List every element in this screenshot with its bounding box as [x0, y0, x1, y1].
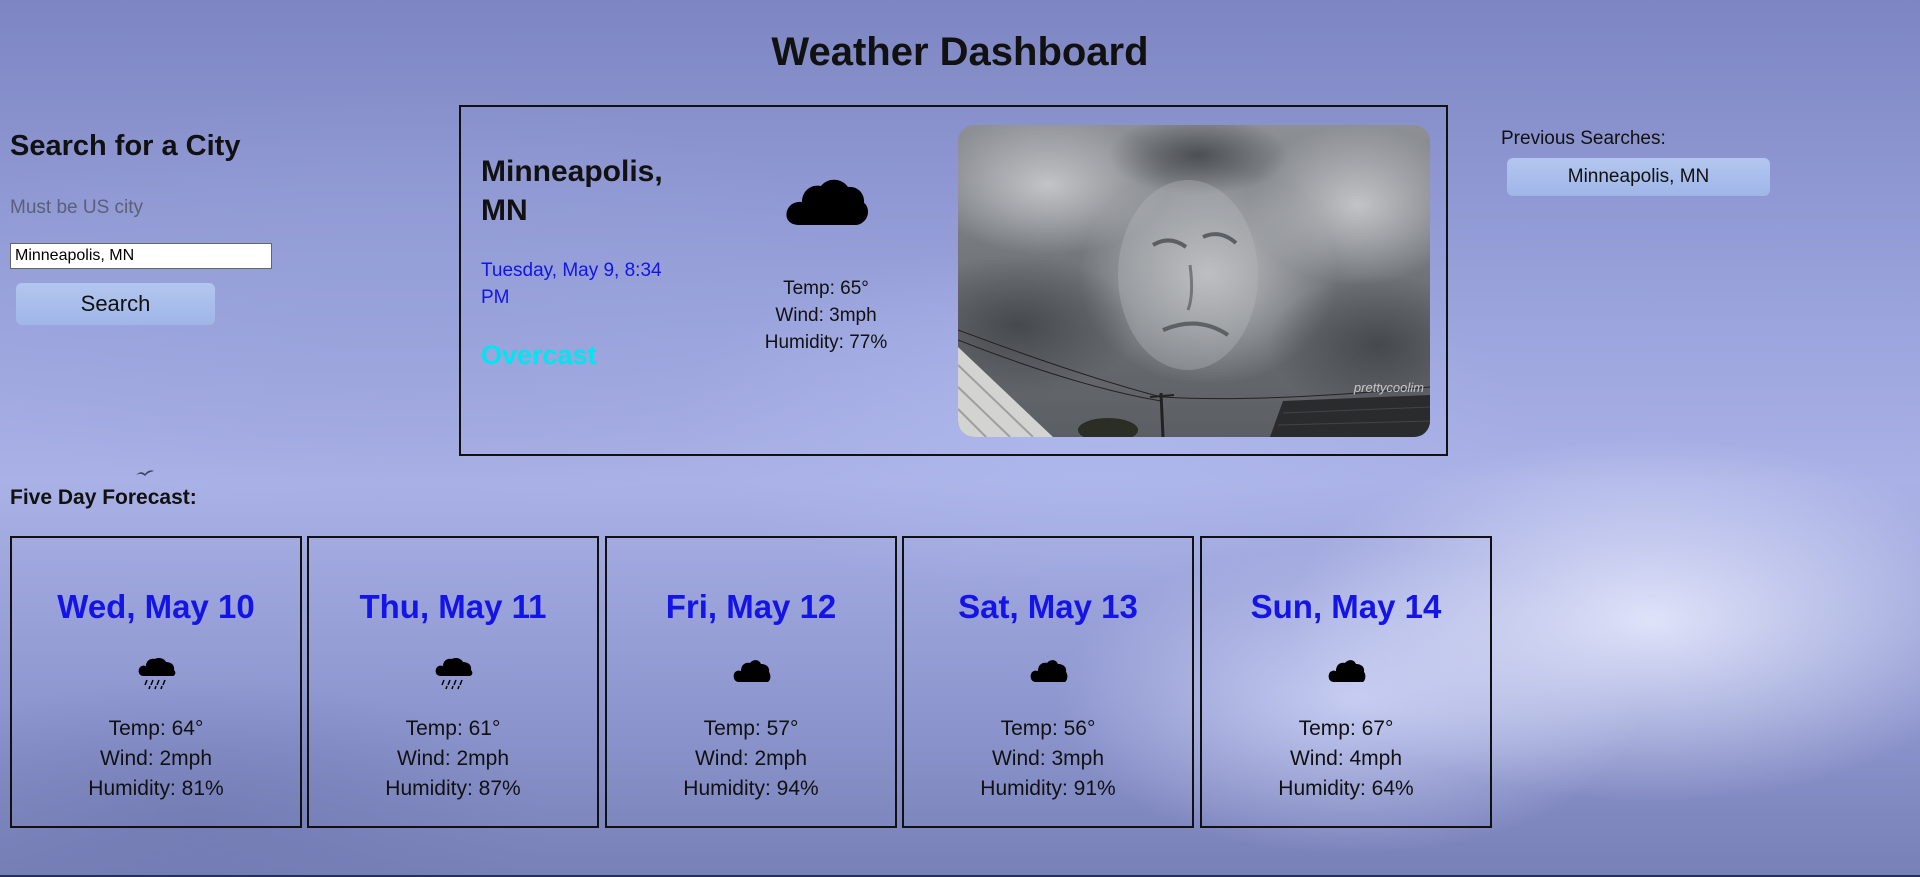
forecast-date: Thu, May 11 [359, 588, 547, 625]
city-search-input[interactable] [10, 243, 272, 269]
cloud-icon [733, 660, 771, 682]
rain-cloud-icon [138, 658, 176, 690]
forecast-stats: Temp: 56° Wind: 3mph Humidity: 91% [904, 714, 1192, 804]
current-stats: Temp: 65° Wind: 3mph Humidity: 77% [751, 275, 901, 356]
forecast-heading: Five Day Forecast: [10, 486, 197, 509]
forecast-card: Wed, May 10 Temp: 64° Wind: 2mph Humidit… [10, 536, 302, 828]
previous-searches-label: Previous Searches: [1501, 128, 1666, 149]
forecast-wind: Wind: 2mph [99, 747, 213, 770]
forecast-date: Wed, May 10 [57, 588, 255, 625]
forecast-date: Sat, May 13 [958, 588, 1138, 625]
cloud-icon [1328, 660, 1366, 682]
bird-silhouette [136, 470, 154, 476]
search-button[interactable]: Search [16, 283, 215, 325]
forecast-temp: Temp: 57° [703, 717, 799, 740]
current-weather-card: Minneapolis, MN Tuesday, May 9, 8:34 PM … [459, 105, 1448, 456]
forecast-stats: Temp: 67° Wind: 4mph Humidity: 64% [1202, 714, 1490, 804]
forecast-humidity: Humidity: 94% [683, 777, 819, 800]
forecast-card: Sat, May 13 Temp: 56° Wind: 3mph Humidit… [902, 536, 1194, 828]
forecast-wind: Wind: 4mph [1289, 747, 1403, 770]
forecast-stats: Temp: 64° Wind: 2mph Humidity: 81% [12, 714, 300, 804]
forecast-card: Thu, May 11 Temp: 61° Wind: 2mph Humidit… [307, 536, 599, 828]
cloud-icon [1030, 660, 1068, 682]
forecast-card: Fri, May 12 Temp: 57° Wind: 2mph Humidit… [605, 536, 897, 828]
search-heading: Search for a City [10, 130, 241, 162]
forecast-temp: Temp: 64° [108, 717, 204, 740]
previous-search-button[interactable]: Minneapolis, MN [1507, 158, 1770, 196]
forecast-wind: Wind: 3mph [991, 747, 1105, 770]
forecast-temp: Temp: 61° [405, 717, 501, 740]
weather-photo: prettycoolim [958, 125, 1430, 437]
forecast-date: Sun, May 14 [1250, 588, 1442, 625]
current-wind: Wind: 3mph [775, 305, 877, 326]
forecast-stats: Temp: 61° Wind: 2mph Humidity: 87% [309, 714, 597, 804]
forecast-wind: Wind: 2mph [694, 747, 808, 770]
cloud-icon [786, 179, 868, 225]
forecast-humidity: Humidity: 91% [980, 777, 1116, 800]
current-humidity: Humidity: 77% [764, 332, 888, 353]
page-title: Weather Dashboard [771, 30, 1149, 74]
current-date: Tuesday, May 9, 8:34 PM [481, 260, 662, 308]
rain-cloud-icon [435, 658, 473, 690]
search-hint: Must be US city [10, 197, 144, 218]
forecast-card: Sun, May 14 Temp: 67° Wind: 4mph Humidit… [1200, 536, 1492, 828]
current-city-name: Minneapolis, MN [481, 155, 663, 227]
forecast-humidity: Humidity: 87% [385, 777, 521, 800]
forecast-temp: Temp: 67° [1298, 717, 1394, 740]
current-temp: Temp: 65° [783, 278, 869, 299]
forecast-stats: Temp: 57° Wind: 2mph Humidity: 94% [607, 714, 895, 804]
image-watermark: prettycoolim [1353, 380, 1424, 395]
forecast-humidity: Humidity: 81% [88, 777, 224, 800]
forecast-wind: Wind: 2mph [396, 747, 510, 770]
current-condition: Overcast [481, 340, 597, 370]
forecast-humidity: Humidity: 64% [1278, 777, 1414, 800]
forecast-temp: Temp: 56° [1000, 717, 1096, 740]
forecast-date: Fri, May 12 [665, 588, 837, 625]
